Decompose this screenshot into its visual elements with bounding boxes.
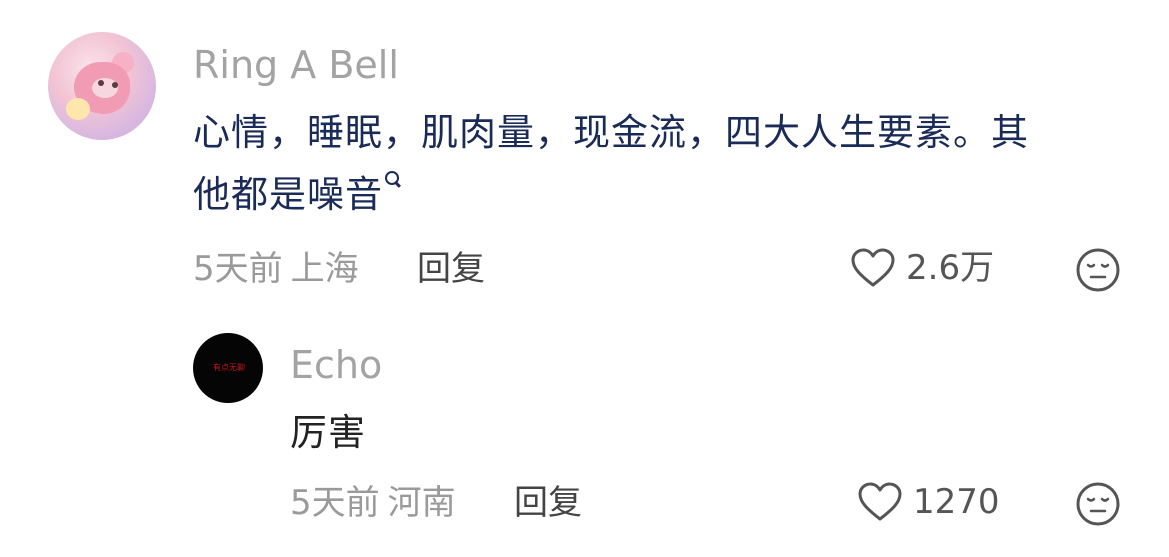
- comment-location: 河南: [387, 483, 456, 523]
- comment-text[interactable]: 厉害: [290, 402, 366, 464]
- avatar[interactable]: [48, 32, 156, 140]
- like-button[interactable]: 2.6万: [850, 248, 994, 288]
- expressionless-face-icon: [1076, 482, 1120, 526]
- reply-button[interactable]: 回复: [417, 249, 485, 289]
- comment-time: 5天前: [290, 483, 380, 523]
- like-count: 1270: [913, 482, 1000, 522]
- username[interactable]: Ring A Bell: [193, 43, 399, 87]
- reply-button[interactable]: 回复: [514, 483, 582, 523]
- like-count: 2.6万: [906, 248, 995, 288]
- comment-text-line: 心情，睡眠，肌肉量，现金流，四大人生要素。其: [193, 111, 1029, 154]
- avatar-text: 有点无聊: [213, 363, 245, 372]
- comment-meta: 5天前 上海: [193, 249, 359, 289]
- expressionless-face-icon: [1076, 248, 1120, 292]
- comment-meta: 5天前 河南: [290, 483, 456, 523]
- search-icon[interactable]: [385, 171, 399, 185]
- comment-text[interactable]: 心情，睡眠，肌肉量，现金流，四大人生要素。其 他都是噪音: [193, 102, 1133, 226]
- comment-location: 上海: [290, 249, 359, 289]
- comment-text-line: 他都是噪音: [193, 173, 383, 216]
- like-button[interactable]: 1270: [857, 482, 1000, 522]
- dislike-button[interactable]: [1075, 247, 1121, 297]
- heart-outline-icon: [851, 248, 895, 287]
- avatar[interactable]: 有点无聊: [193, 333, 263, 403]
- username[interactable]: Echo: [290, 343, 382, 387]
- comment-text-line-with-search: 他都是噪音: [193, 164, 1133, 226]
- comment-time: 5天前: [193, 249, 283, 289]
- heart-outline-icon: [858, 482, 902, 521]
- dislike-button[interactable]: [1075, 481, 1121, 531]
